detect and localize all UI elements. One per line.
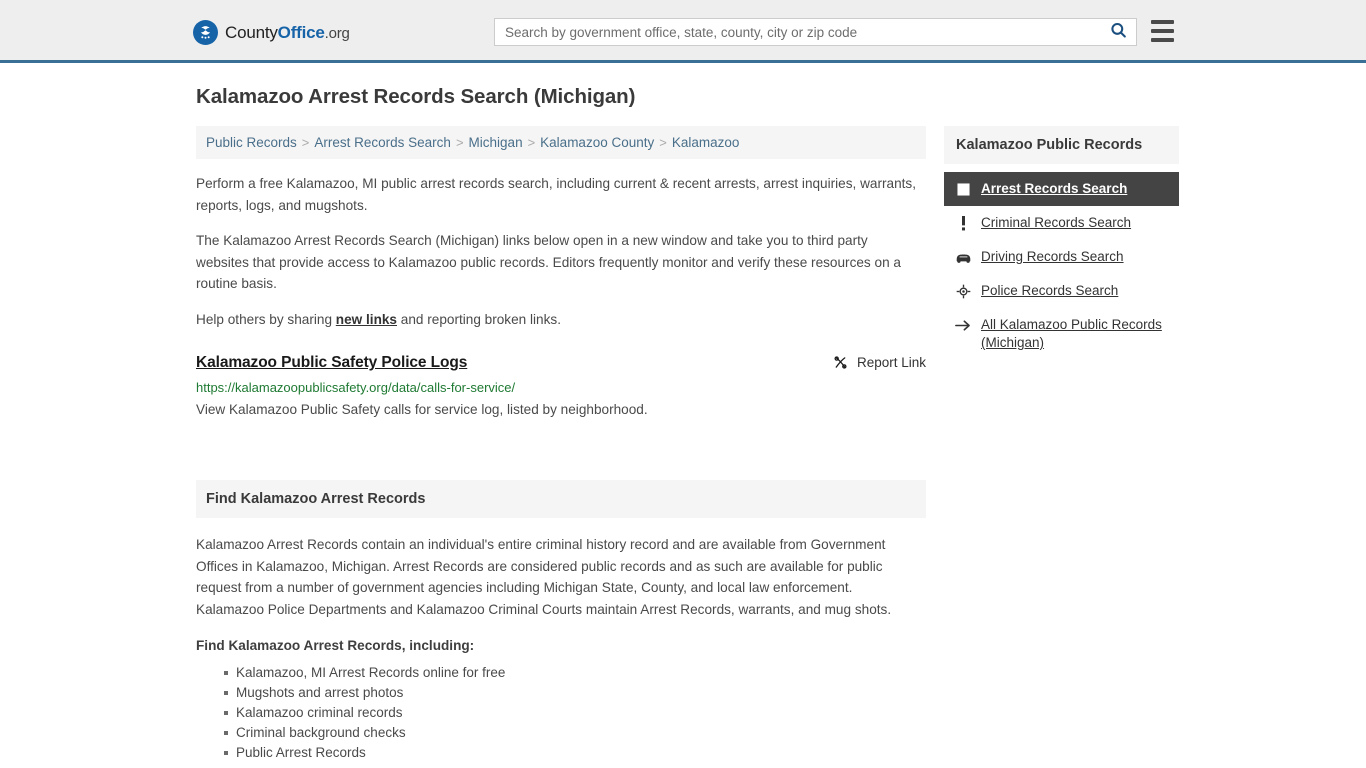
section-bullet-list: Kalamazoo, MI Arrest Records online for … (196, 663, 918, 763)
breadcrumb: Public Records > Arrest Records Search >… (196, 126, 926, 159)
sidebar-list: Arrest Records Search Criminal Records S… (944, 172, 1179, 360)
result-title-link[interactable]: Kalamazoo Public Safety Police Logs (196, 354, 467, 372)
list-item: Public Arrest Records (224, 743, 918, 763)
section-header: Find Kalamazoo Arrest Records (196, 480, 926, 518)
list-item: Kalamazoo, MI Arrest Records online for … (224, 663, 918, 683)
result-url: https://kalamazoopublicsafety.org/data/c… (196, 380, 516, 395)
hamburger-bar (1151, 29, 1174, 33)
car-icon (954, 249, 972, 266)
report-link-label: Report Link (856, 355, 926, 370)
list-item: Criminal background checks (224, 723, 918, 743)
sidebar-item-label: All Kalamazoo Public Records (Michigan) (981, 317, 1162, 350)
police-badge-icon (954, 283, 972, 300)
section-heading: Find Kalamazoo Arrest Records (206, 491, 426, 507)
section-body: Kalamazoo Arrest Records contain an indi… (196, 534, 926, 763)
site-header: CountyOffice.org (0, 0, 1366, 63)
sidebar-heading: Kalamazoo Public Records (956, 137, 1143, 153)
eagle-seal-icon (193, 20, 218, 45)
list-item: Kalamazoo criminal records (224, 703, 918, 723)
intro-paragraph-1: Perform a free Kalamazoo, MI public arre… (196, 176, 916, 213)
breadcrumb-item-michigan[interactable]: Michigan (469, 135, 523, 150)
sidebar-item-all-public-records[interactable]: All Kalamazoo Public Records (Michigan) (944, 308, 1179, 360)
sidebar-item-label: Arrest Records Search (981, 181, 1128, 196)
breadcrumb-item-arrest-records-search[interactable]: Arrest Records Search (314, 135, 451, 150)
breadcrumb-separator: > (455, 135, 464, 150)
logo-text-county: County (225, 23, 278, 42)
logo-text-org: .org (324, 25, 350, 42)
share-text-after: and reporting broken links. (397, 311, 561, 327)
breadcrumb-item-kalamazoo[interactable]: Kalamazoo (672, 135, 740, 150)
result-item: Kalamazoo Public Safety Police Logs Repo… (196, 354, 926, 420)
new-links-link[interactable]: new links (336, 312, 397, 327)
result-description: View Kalamazoo Public Safety calls for s… (196, 402, 648, 417)
logo-text-office: Office (277, 23, 325, 42)
intro-paragraph-3: Help others by sharing new links and rep… (196, 309, 926, 331)
share-text-before: Help others by sharing (196, 311, 336, 327)
intro-paragraph-2: The Kalamazoo Arrest Records Search (Mic… (196, 233, 901, 291)
logo-text: CountyOffice.org (225, 24, 350, 41)
exclamation-mark-icon (954, 215, 972, 232)
arrow-right-icon (954, 317, 972, 334)
filled-square-icon (954, 181, 972, 198)
broken-link-icon (832, 354, 857, 371)
breadcrumb-separator: > (301, 135, 310, 150)
sidebar-item-police-records-search[interactable]: Police Records Search (944, 274, 1179, 308)
sidebar-item-criminal-records-search[interactable]: Criminal Records Search (944, 206, 1179, 240)
sidebar-item-arrest-records-search[interactable]: Arrest Records Search (944, 172, 1179, 206)
hamburger-bar (1151, 20, 1174, 24)
search-input[interactable] (495, 19, 1100, 45)
page-title: Kalamazoo Arrest Records Search (Michiga… (196, 85, 636, 108)
sidebar-item-driving-records-search[interactable]: Driving Records Search (944, 240, 1179, 274)
search-bar[interactable] (494, 18, 1137, 46)
site-logo[interactable]: CountyOffice.org (193, 20, 350, 45)
page-body: Kalamazoo Arrest Records Search (Michiga… (0, 63, 1366, 763)
report-link-button[interactable]: Report Link (832, 354, 926, 371)
sidebar-item-label: Criminal Records Search (981, 215, 1132, 230)
sidebar: Kalamazoo Public Records Arrest Records … (944, 126, 1179, 360)
main-column: Public Records > Arrest Records Search >… (196, 126, 926, 763)
list-item: Mugshots and arrest photos (224, 683, 918, 703)
search-button[interactable] (1100, 19, 1136, 45)
sidebar-header: Kalamazoo Public Records (944, 126, 1179, 164)
hamburger-menu-icon[interactable] (1151, 20, 1174, 42)
breadcrumb-item-kalamazoo-county[interactable]: Kalamazoo County (540, 135, 654, 150)
sidebar-item-label: Police Records Search (981, 283, 1119, 298)
breadcrumb-separator: > (527, 135, 536, 150)
breadcrumb-separator: > (659, 135, 667, 150)
section-paragraph: Kalamazoo Arrest Records contain an indi… (196, 537, 892, 617)
sidebar-item-label: Driving Records Search (981, 249, 1124, 264)
breadcrumb-item-public-records[interactable]: Public Records (206, 135, 297, 150)
search-icon (1109, 21, 1128, 43)
hamburger-bar (1151, 38, 1174, 42)
section-subheading: Find Kalamazoo Arrest Records, including… (196, 638, 475, 653)
